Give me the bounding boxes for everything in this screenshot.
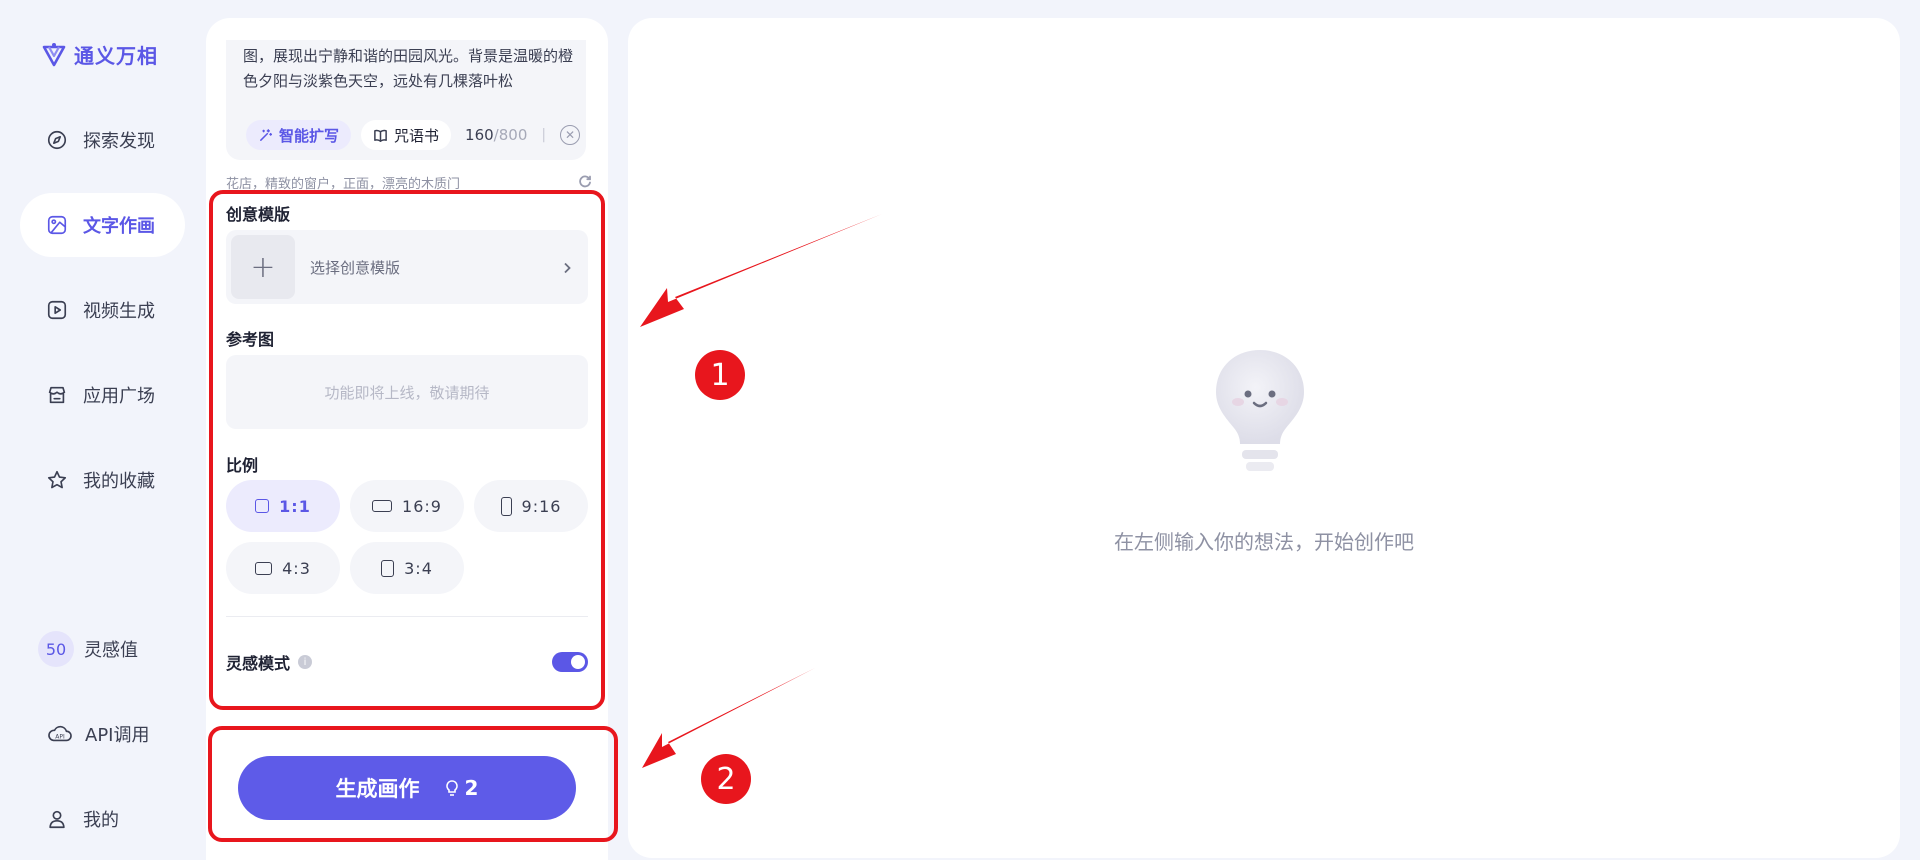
api-cloud-icon: API: [45, 722, 75, 746]
prompt-editor[interactable]: 图，展现出宁静和谐的田园风光。背景是温暖的橙色夕阳与淡紫色天空，远处有几棵落叶松…: [226, 40, 586, 160]
user-icon: [45, 807, 69, 831]
image-icon: [45, 213, 69, 237]
compass-icon: [45, 128, 69, 152]
annotation-box-generate: [208, 726, 618, 842]
video-play-icon: [45, 298, 69, 322]
sidebar: 通义万相 探索发现 文字作画 视频生成 应用广场 我的收藏 50 灵感值 API…: [0, 0, 200, 860]
sidebar-item-label: 应用广场: [83, 386, 155, 407]
sidebar-item-video[interactable]: 视频生成: [20, 278, 185, 342]
brand-name: 通义万相: [74, 44, 158, 68]
spell-book-label: 咒语书: [394, 126, 440, 145]
preview-area: 在左侧输入你的想法，开始创作吧: [628, 18, 1900, 858]
sidebar-item-label: 我的: [83, 810, 119, 831]
sidebar-item-label: 视频生成: [83, 301, 155, 322]
sidebar-item-label: 文字作画: [83, 216, 155, 237]
prompt-text[interactable]: 图，展现出宁静和谐的田园风光。背景是温暖的橙色夕阳与淡紫色天空，远处有几棵落叶松: [243, 44, 573, 94]
sidebar-item-label: API调用: [85, 725, 150, 746]
sidebar-item-label: 我的收藏: [83, 471, 155, 492]
spell-book-button[interactable]: 咒语书: [361, 120, 452, 150]
sidebar-item-explore[interactable]: 探索发现: [20, 108, 185, 172]
counter-separator: |: [541, 127, 547, 143]
sidebar-item-profile[interactable]: 我的: [20, 787, 185, 851]
smart-expand-button[interactable]: 智能扩写: [246, 120, 352, 150]
clear-prompt-icon[interactable]: ✕: [560, 125, 581, 145]
brand-logo[interactable]: 通义万相: [40, 40, 158, 69]
book-icon: [374, 129, 387, 142]
lightbulb-mascot-icon: [1216, 350, 1304, 471]
sidebar-item-apps[interactable]: 应用广场: [20, 363, 185, 427]
sidebar-item-label: 灵感值: [84, 640, 138, 661]
annotation-badge-2: 2: [701, 754, 751, 804]
char-count: 160: [465, 126, 494, 144]
char-counter: 160/800: [465, 126, 527, 144]
sidebar-item-inspiration-points[interactable]: 50 灵感值: [20, 617, 185, 681]
empty-state-text: 在左侧输入你的想法，开始创作吧: [1114, 530, 1414, 554]
smart-expand-label: 智能扩写: [279, 126, 340, 145]
sidebar-item-favorites[interactable]: 我的收藏: [20, 448, 185, 512]
brand-logo-icon: [42, 42, 66, 66]
store-icon: [45, 383, 69, 407]
star-icon: [45, 468, 69, 492]
prompt-toolbar: 智能扩写 咒语书 160/800 | ✕: [246, 120, 581, 150]
svg-text:API: API: [55, 734, 65, 741]
annotation-badge-1: 1: [695, 350, 745, 400]
annotation-box-settings: [209, 190, 605, 710]
magic-wand-icon: [260, 128, 273, 141]
sidebar-item-label: 探索发现: [83, 131, 155, 152]
char-max: /800: [493, 126, 528, 144]
sidebar-item-text-to-image[interactable]: 文字作画: [20, 193, 185, 257]
points-badge: 50: [38, 631, 74, 667]
sidebar-item-api[interactable]: API API调用: [20, 702, 185, 766]
